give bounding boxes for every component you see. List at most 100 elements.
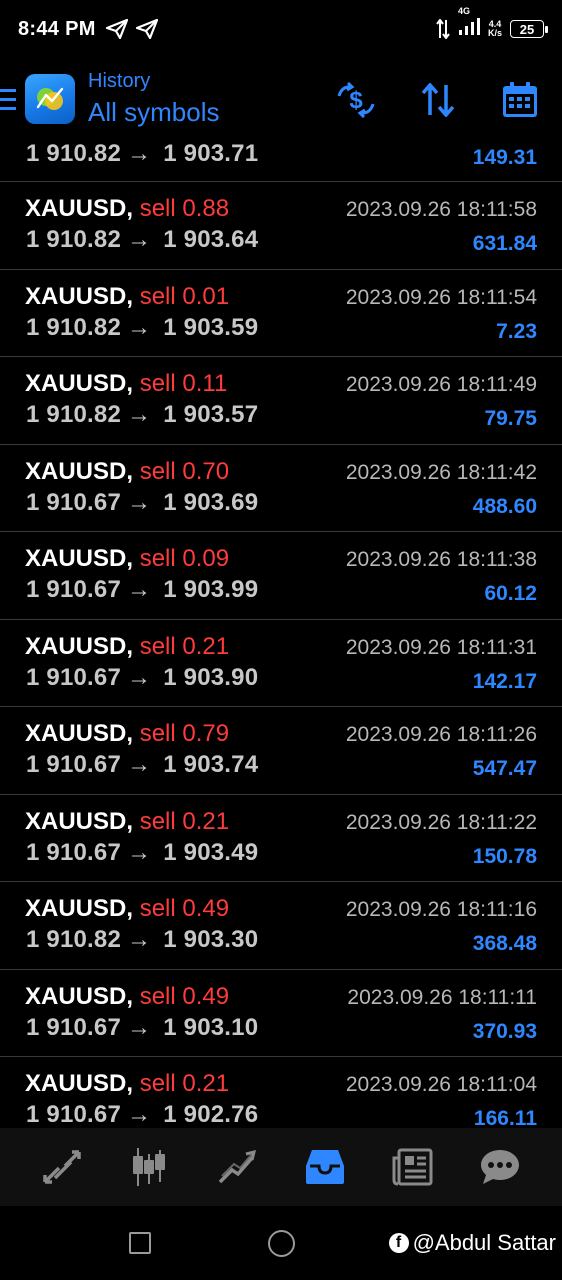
price-line: 1 910.67 → 1 903.69: [26, 489, 258, 517]
symbol-label: XAUUSD,: [25, 195, 134, 222]
close-price: 1 903.59: [163, 313, 259, 341]
side-volume-label: sell 0.49: [139, 895, 230, 922]
arrow-glyph: →: [127, 663, 152, 691]
page-title[interactable]: All symbols: [88, 97, 219, 128]
status-bar: 8:44 PM 4G 4.4 K/s 25: [0, 0, 562, 58]
side-volume-label: sell 0.79: [139, 720, 230, 747]
list-item[interactable]: XAUUSD, sell 0.21 2023.09.26 18:11:31 1 91…: [0, 620, 562, 707]
close-price: 1 903.69: [163, 488, 259, 516]
news-icon[interactable]: [382, 1137, 442, 1197]
close-price: 1 903.74: [163, 751, 259, 778]
close-price: 1 903.90: [163, 663, 259, 691]
arrow-glyph: →: [127, 926, 152, 953]
recent-apps-button[interactable]: [129, 1232, 151, 1254]
profit-value: 166.11: [473, 1107, 537, 1128]
profit-value: 142.17: [472, 669, 537, 693]
trade-title: XAUUSD, sell 0.70: [25, 458, 229, 486]
telegram-icon: [105, 19, 128, 39]
home-button[interactable]: [268, 1230, 295, 1257]
symbol-label: XAUUSD,: [25, 457, 134, 485]
system-navigation: f @Abdul Sattar: [0, 1206, 562, 1280]
arrow-glyph: →: [127, 751, 152, 778]
list-item[interactable]: XAUUSD, sell 0.11 2023.09.26 18:11:49 1 91…: [0, 357, 562, 445]
chart-icon[interactable]: [119, 1137, 179, 1197]
metatrader-logo[interactable]: [25, 74, 75, 124]
trade-timestamp: 2023.09.26 18:11:22: [345, 810, 537, 834]
quotes-icon[interactable]: [32, 1137, 92, 1197]
list-item[interactable]: XAUUSD, sell 0.01 2023.09.26 18:11:54 1 91…: [0, 270, 562, 357]
profit-value: 488.60: [472, 494, 537, 518]
app-header: History All symbols $: [0, 62, 562, 138]
trade-timestamp: 2023.09.26 18:11:54: [345, 285, 537, 309]
trade-title: XAUUSD, sell 0.49: [25, 895, 229, 923]
list-item[interactable]: XAUUSD, sell 0.70 2023.09.26 18:11:42 1 91…: [0, 445, 562, 532]
menu-icon[interactable]: [0, 89, 16, 113]
status-time: 8:44 PM: [18, 17, 96, 40]
list-item[interactable]: 1 910.82 → 1 903.71 149.31: [0, 138, 562, 182]
arrow-glyph: →: [127, 226, 152, 253]
header-subtitle: History: [88, 70, 151, 92]
trade-title: XAUUSD, sell 0.79: [25, 720, 229, 748]
currency-exchange-icon[interactable]: $: [336, 80, 376, 120]
close-price: 1 902.76: [163, 1101, 259, 1128]
side-volume-label: sell 0.49: [139, 982, 230, 1010]
profit-value: 150.78: [472, 844, 537, 868]
profit-value: 547.47: [472, 757, 537, 780]
side-volume-label: sell 0.88: [139, 195, 230, 222]
profit-value: 149.31: [472, 146, 537, 169]
list-item[interactable]: XAUUSD, sell 0.09 2023.09.26 18:11:38 1 91…: [0, 532, 562, 620]
trade-title: XAUUSD, sell 0.09: [25, 545, 229, 573]
price-line: 1 910.82 → 1 903.59: [26, 314, 258, 342]
calendar-icon[interactable]: [500, 80, 540, 120]
symbol-label: XAUUSD,: [25, 807, 134, 835]
watermark: f @Abdul Sattar: [388, 1230, 556, 1256]
list-item[interactable]: XAUUSD, sell 0.49 2023.09.26 18:11:11 1 91…: [0, 970, 562, 1057]
side-volume-label: sell 0.21: [139, 1070, 230, 1097]
open-price: 1 910.82: [26, 926, 122, 953]
profit-value: 370.93: [472, 1019, 537, 1043]
battery-indicator: 25: [510, 20, 548, 38]
trade-title: XAUUSD, sell 0.21: [25, 633, 229, 661]
close-price: 1 903.10: [163, 1013, 259, 1041]
arrow-glyph: →: [127, 401, 152, 428]
price-line: 1 910.67 → 1 903.10: [26, 1014, 258, 1042]
trade-title: XAUUSD, sell 0.21: [25, 808, 229, 836]
trade-title: XAUUSD, sell 0.11: [25, 370, 227, 398]
history-list[interactable]: 1 910.82 → 1 903.71 149.31 XAUUSD, sell 0.…: [0, 138, 562, 1128]
price-line: 1 910.67 → 1 902.76: [26, 1101, 258, 1128]
side-volume-label: sell 0.21: [139, 632, 230, 660]
trade-timestamp: 2023.09.26 18:11:16: [345, 898, 537, 921]
trade-icon[interactable]: [207, 1137, 267, 1197]
price-line: 1 910.67 → 1 903.49: [26, 839, 258, 867]
list-item[interactable]: XAUUSD, sell 0.21 2023.09.26 18:11:04 1 91…: [0, 1057, 562, 1128]
symbol-label: XAUUSD,: [25, 632, 134, 660]
symbol-label: XAUUSD,: [25, 1070, 134, 1097]
trade-timestamp: 2023.09.26 18:11:42: [345, 460, 537, 484]
telegram-icon-2: [135, 19, 158, 39]
trade-title: XAUUSD, sell 0.21: [25, 1070, 229, 1098]
list-item[interactable]: XAUUSD, sell 0.21 2023.09.26 18:11:22 1 91…: [0, 795, 562, 882]
trade-title: XAUUSD, sell 0.01: [25, 283, 229, 311]
trade-timestamp: 2023.09.26 18:11:11: [347, 985, 537, 1009]
open-price: 1 910.67: [26, 838, 122, 866]
list-item[interactable]: XAUUSD, sell 0.79 2023.09.26 18:11:26 1 91…: [0, 707, 562, 795]
messages-icon[interactable]: [470, 1137, 530, 1197]
network-speed: 4.4 K/s: [487, 19, 502, 38]
arrow-glyph: →: [127, 313, 152, 341]
price-line: 1 910.67 → 1 903.99: [26, 576, 258, 604]
history-icon[interactable]: [295, 1137, 355, 1197]
side-volume-label: sell 0.09: [139, 545, 230, 572]
price-line: 1 910.82 → 1 903.30: [26, 926, 258, 954]
open-price: 1 910.82: [26, 226, 122, 253]
price-line: 1 910.82 → 1 903.64: [26, 226, 258, 254]
trade-timestamp: 2023.09.26 18:11:49: [345, 373, 537, 396]
open-price: 1 910.67: [26, 1013, 122, 1041]
symbol-label: XAUUSD,: [25, 370, 134, 397]
profit-value: 7.23: [496, 319, 537, 343]
list-item[interactable]: XAUUSD, sell 0.49 2023.09.26 18:11:16 1 91…: [0, 882, 562, 970]
sort-icon[interactable]: [418, 80, 458, 120]
side-volume-label: sell 0.11: [139, 370, 228, 397]
arrow-glyph: →: [127, 1101, 152, 1128]
symbol-label: XAUUSD,: [25, 282, 134, 310]
list-item[interactable]: XAUUSD, sell 0.88 2023.09.26 18:11:58 1 91…: [0, 182, 562, 270]
